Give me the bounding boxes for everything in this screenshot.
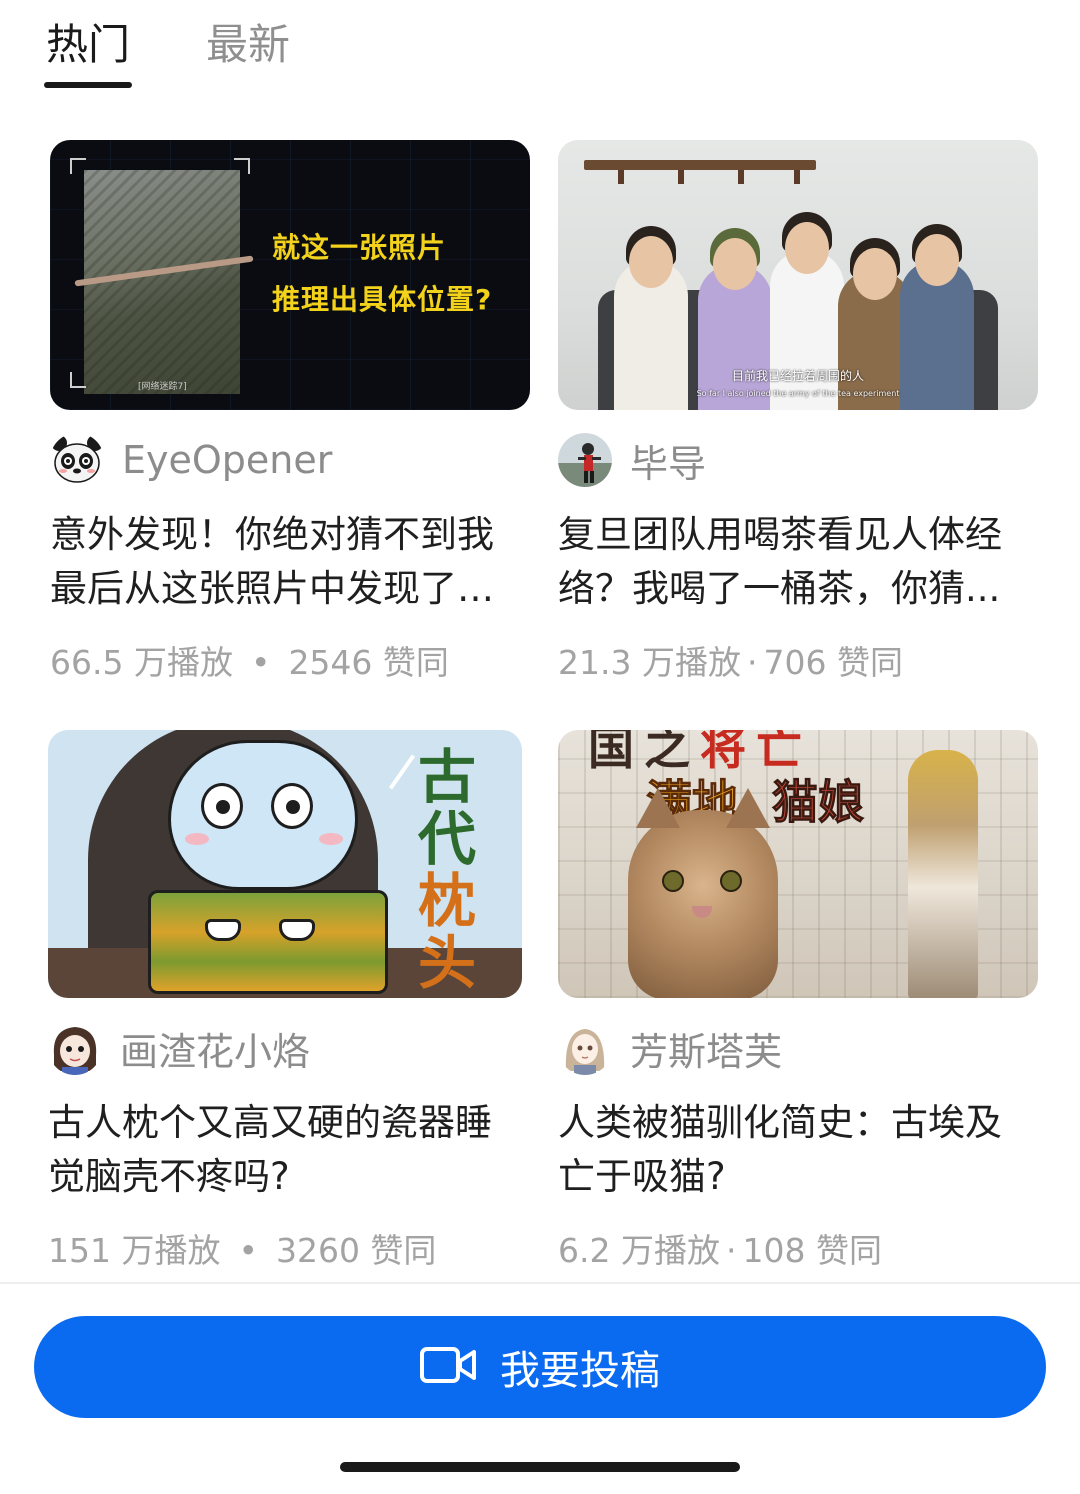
tab-latest-label: 最新 [206, 20, 291, 69]
thumbnail-headline-1: 就这一张照片 [272, 231, 447, 264]
author-name[interactable]: 画渣花小烙 [120, 1021, 310, 1076]
hook [738, 170, 744, 184]
submit-button-label: 我要投稿 [500, 1348, 660, 1394]
like-count: 3260 赞同 [275, 1231, 437, 1270]
video-subtitle-en: So far I also joined the army of the tea… [696, 389, 900, 398]
play-count: 151 万播放 [48, 1231, 221, 1270]
thumb-char: 代 [417, 805, 476, 873]
thumb-char: 枕 [417, 867, 476, 935]
hook [794, 170, 800, 184]
separator: · [746, 643, 758, 682]
aerial-photo [74, 170, 254, 394]
avatar[interactable] [50, 433, 104, 487]
tab-hot[interactable]: 热门 [44, 8, 133, 88]
person [770, 250, 844, 410]
tab-latest[interactable]: 最新 [204, 8, 292, 88]
hook [618, 170, 624, 184]
video-title[interactable]: 人类被猫驯化简史：古埃及亡于吸猫? [558, 1096, 1038, 1204]
video-feed-page: 热门 最新 就这一张照片 推理出具体位置? [网络迷踪7] EyeOpener … [0, 0, 1080, 1494]
person-head [785, 222, 829, 274]
thumbnail-headline-2: 推理出具体位置? [272, 283, 493, 316]
play-count: 21.3 万播放 [558, 643, 741, 682]
video-subtitle: 目前我已经拉着周围的人 [731, 369, 864, 383]
separator: • [238, 1231, 258, 1270]
frame-corner [234, 158, 250, 174]
author-name[interactable]: 芳斯塔芙 [630, 1021, 782, 1076]
avatar[interactable] [558, 433, 612, 487]
person-head [629, 236, 673, 288]
video-thumbnail[interactable]: 国之将亡 满地 猫娘 [558, 730, 1038, 998]
cat-goddess-figure [908, 750, 978, 998]
separator: • [250, 643, 271, 682]
video-card-1[interactable]: 就这一张照片 推理出具体位置? [网络迷踪7] EyeOpener 意外发现！你… [50, 140, 530, 684]
frame-corner [70, 372, 86, 388]
frame-corner [70, 158, 86, 174]
coat-rack [584, 160, 816, 170]
active-tab-indicator [44, 82, 133, 88]
like-count: 706 赞同 [763, 643, 903, 682]
video-title[interactable]: 复旦团队用喝茶看见人体经络？我喝了一桶茶，你猜... [558, 508, 1038, 616]
video-stats: 151 万播放 • 3260 赞同 [48, 1224, 522, 1272]
avatar[interactable] [558, 1021, 612, 1075]
cartoon-face [168, 740, 358, 890]
thumb-char: 头 [417, 929, 476, 997]
author-row[interactable]: 芳斯塔芙 [558, 1018, 1038, 1078]
person-head [853, 248, 897, 300]
play-count: 6.2 万播放 [558, 1231, 720, 1270]
video-title[interactable]: 古人枕个又高又硬的瓷器睡觉脑壳不疼吗? [48, 1096, 522, 1204]
ceramic-pillow [148, 890, 388, 994]
avatar[interactable] [48, 1021, 102, 1075]
video-thumbnail[interactable]: 目前我已经拉着周围的人 So far I also joined the arm… [558, 140, 1038, 410]
separator: · [725, 1231, 737, 1270]
author-name[interactable]: 毕导 [630, 433, 706, 488]
video-card-3[interactable]: 古 代 枕 头 画渣花小烙 古人枕个又高又硬的瓷器睡觉脑壳不疼吗? 151 万播… [48, 730, 522, 1272]
bottom-divider [0, 1282, 1080, 1284]
video-camera-icon [420, 1345, 478, 1389]
tab-hot-label: 热门 [46, 20, 131, 69]
video-thumbnail[interactable]: 古 代 枕 头 [48, 730, 522, 998]
cat-face [628, 788, 778, 998]
like-count: 2546 赞同 [288, 643, 449, 682]
video-card-4[interactable]: 国之将亡 满地 猫娘 芳斯塔芙 人类被猫驯化简史：古埃及亡于吸猫? 6.2 万播… [558, 730, 1038, 1272]
play-count: 66.5 万播放 [50, 643, 233, 682]
video-card-2[interactable]: 目前我已经拉着周围的人 So far I also joined the arm… [558, 140, 1038, 684]
person-head [915, 234, 959, 286]
feed-tabs: 热门 最新 [44, 8, 292, 88]
thumbnail-headline-2: 猫娘 [772, 775, 865, 830]
thumbnail-vertical-text: 古 代 枕 头 [412, 746, 482, 994]
hook [678, 170, 684, 184]
video-stats: 21.3 万播放 · 706 赞同 [558, 636, 1038, 684]
person-head [713, 238, 757, 290]
author-name[interactable]: EyeOpener [122, 438, 332, 482]
thumbnail-caption: [网络迷踪7] [138, 382, 187, 392]
video-title[interactable]: 意外发现！你绝对猜不到我最后从这张照片中发现了什么 [50, 508, 530, 616]
author-row[interactable]: 画渣花小烙 [48, 1018, 522, 1078]
author-row[interactable]: EyeOpener [50, 430, 530, 490]
video-stats: 6.2 万播放 · 108 赞同 [558, 1224, 1038, 1272]
thumb-char: 古 [417, 743, 476, 811]
video-thumbnail[interactable]: 就这一张照片 推理出具体位置? [网络迷踪7] [50, 140, 530, 410]
home-indicator[interactable] [340, 1462, 740, 1472]
submit-video-button[interactable]: 我要投稿 [34, 1316, 1046, 1418]
like-count: 108 赞同 [742, 1231, 882, 1270]
author-row[interactable]: 毕导 [558, 430, 1038, 490]
video-stats: 66.5 万播放 • 2546 赞同 [50, 636, 530, 684]
